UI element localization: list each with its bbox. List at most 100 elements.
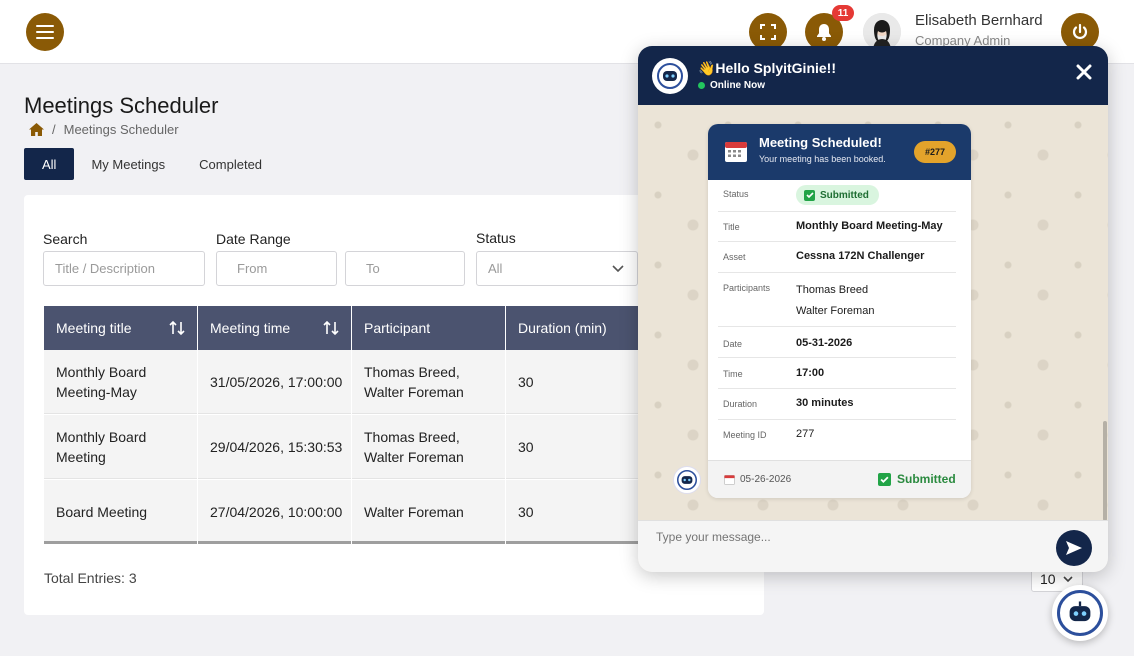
column-header-label: Meeting title bbox=[56, 320, 132, 336]
breadcrumb-current: Meetings Scheduler bbox=[63, 122, 179, 137]
cell-duration: 30 bbox=[518, 504, 534, 520]
chevron-down-icon bbox=[612, 265, 624, 273]
cell-text: Thomas Breed, bbox=[364, 429, 460, 445]
cell-duration: 30 bbox=[518, 374, 534, 390]
status-select[interactable]: All bbox=[476, 251, 638, 286]
chat-message-input[interactable] bbox=[656, 530, 1036, 544]
meeting-card-title: Meeting Scheduled! bbox=[759, 135, 882, 150]
divider bbox=[718, 419, 956, 420]
divider bbox=[718, 357, 956, 358]
calendar-icon bbox=[724, 475, 735, 485]
chat-status-text: Online Now bbox=[710, 80, 765, 91]
tab-my-meetings[interactable]: My Meetings bbox=[74, 148, 182, 180]
column-header-meeting-title[interactable]: Meeting title bbox=[44, 306, 197, 350]
column-header-label: Participant bbox=[364, 320, 431, 336]
time-field-label: Time bbox=[723, 369, 743, 379]
cell-time: 31/05/2026, 17:00:00 bbox=[210, 374, 343, 390]
chat-header: 👋Hello SplyitGinie!! Online Now bbox=[638, 46, 1108, 105]
cell-participant: Thomas Breed, Walter Foreman bbox=[352, 427, 505, 467]
meeting-card-subtitle: Your meeting has been booked. bbox=[759, 154, 886, 164]
tab-bar: All My Meetings Completed bbox=[24, 148, 279, 180]
cell-text: Meeting bbox=[56, 449, 106, 465]
robot-icon bbox=[677, 470, 697, 490]
calendar-icon bbox=[725, 142, 747, 162]
duration-field-label: Duration bbox=[723, 399, 758, 409]
date-from-input[interactable]: From bbox=[216, 251, 337, 286]
date-range-label: Date Range bbox=[216, 231, 291, 247]
participants-field-label: Participants bbox=[723, 283, 771, 293]
send-icon bbox=[1066, 541, 1082, 555]
column-header-participant[interactable]: Participant bbox=[352, 306, 505, 350]
status-badge-text: Submitted bbox=[820, 189, 869, 201]
hamburger-icon bbox=[36, 25, 54, 39]
chat-input-bar bbox=[638, 520, 1108, 572]
bell-icon bbox=[817, 24, 831, 41]
cell-time: 27/04/2026, 10:00:00 bbox=[210, 504, 343, 520]
meeting-card-footer: 05-26-2026 Submitted bbox=[708, 460, 971, 498]
column-header-meeting-time[interactable]: Meeting time bbox=[198, 306, 351, 350]
column-header-duration[interactable]: Duration (min) bbox=[506, 306, 644, 350]
tab-completed[interactable]: Completed bbox=[182, 148, 279, 180]
meeting-card-header: Meeting Scheduled! Your meeting has been… bbox=[708, 124, 971, 180]
chat-scrollbar[interactable] bbox=[1103, 421, 1107, 521]
search-input[interactable]: Title / Description bbox=[43, 251, 205, 286]
chatbot-launcher-ring bbox=[1057, 590, 1103, 636]
send-button[interactable] bbox=[1056, 530, 1092, 566]
cell-time: 29/04/2026, 15:30:53 bbox=[210, 439, 343, 455]
fullscreen-icon bbox=[760, 24, 776, 40]
status-field-label: Status bbox=[723, 189, 749, 199]
date-to-input[interactable]: To bbox=[345, 251, 465, 286]
check-icon bbox=[878, 472, 891, 486]
cell-text: Walter Foreman bbox=[364, 449, 464, 465]
cell-participant: Thomas Breed, Walter Foreman bbox=[352, 362, 505, 402]
total-entries: Total Entries: 3 bbox=[44, 570, 137, 586]
status-badge: Submitted bbox=[796, 185, 879, 205]
time-field-value: 17:00 bbox=[796, 367, 825, 379]
cell-text: Monthly Board bbox=[56, 429, 147, 445]
breadcrumb-separator: / bbox=[52, 122, 56, 137]
meeting-confirmation-card: Meeting Scheduled! Your meeting has been… bbox=[708, 124, 971, 498]
divider bbox=[718, 211, 956, 212]
robot-icon bbox=[657, 63, 683, 89]
tab-all[interactable]: All bbox=[24, 148, 75, 180]
status-label: Status bbox=[476, 230, 516, 246]
date-field-label: Date bbox=[723, 339, 743, 349]
cell-text: Walter Foreman bbox=[364, 384, 464, 400]
sort-icon[interactable] bbox=[169, 320, 185, 336]
home-icon[interactable] bbox=[29, 123, 44, 136]
chat-online-status: Online Now bbox=[698, 80, 765, 91]
asset-field-label: Asset bbox=[723, 252, 746, 262]
cell-title: Monthly Board Meeting-May bbox=[44, 362, 197, 402]
duration-field-value: 30 minutes bbox=[796, 397, 854, 409]
notification-count-badge: 11 bbox=[832, 5, 854, 21]
check-icon bbox=[804, 189, 815, 201]
divider bbox=[718, 272, 956, 273]
menu-button[interactable] bbox=[26, 13, 64, 51]
power-icon bbox=[1072, 23, 1088, 39]
title-field-label: Title bbox=[723, 222, 740, 232]
asset-field-value: Cessna 172N Challenger bbox=[796, 250, 925, 262]
footer-date-text: 05-26-2026 bbox=[740, 474, 792, 485]
footer-date: 05-26-2026 bbox=[724, 474, 791, 485]
cell-text: Thomas Breed, bbox=[364, 364, 460, 380]
divider bbox=[718, 388, 956, 389]
chatbot-launcher-button[interactable] bbox=[1052, 585, 1108, 641]
column-header-label: Duration (min) bbox=[518, 320, 607, 336]
meeting-id-badge: #277 bbox=[914, 141, 956, 163]
meeting-id-field-label: Meeting ID bbox=[723, 430, 767, 440]
cell-participant: Walter Foreman bbox=[364, 504, 464, 520]
page-size-value: 10 bbox=[1040, 571, 1056, 587]
participant-value: Walter Foreman bbox=[796, 305, 875, 317]
chat-greeting: 👋Hello SplyitGinie!! bbox=[698, 60, 836, 76]
sort-icon[interactable] bbox=[323, 320, 339, 336]
cell-title: Monthly Board Meeting bbox=[44, 427, 197, 467]
search-label: Search bbox=[43, 231, 88, 247]
status-select-value: All bbox=[488, 261, 503, 276]
close-icon[interactable] bbox=[1076, 64, 1092, 80]
cell-duration: 30 bbox=[518, 439, 534, 455]
page-title: Meetings Scheduler bbox=[24, 93, 219, 118]
chevron-down-icon bbox=[1063, 576, 1073, 583]
cell-title: Board Meeting bbox=[56, 504, 148, 520]
footer-status-text: Submitted bbox=[897, 472, 956, 486]
divider bbox=[718, 241, 956, 242]
